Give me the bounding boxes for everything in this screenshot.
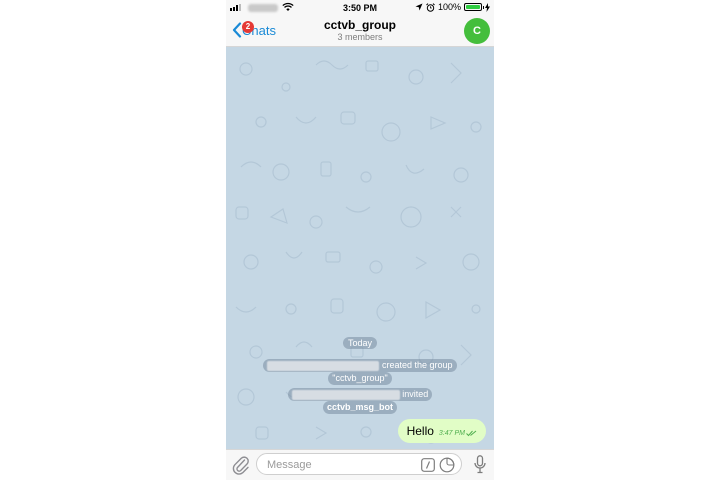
battery-fill	[466, 5, 480, 9]
microphone-icon[interactable]	[474, 455, 486, 474]
battery-icon	[464, 3, 484, 11]
service-message-detail-line: cctvb_msg_bot	[226, 401, 494, 414]
redacted-user-name	[291, 389, 400, 400]
status-bar: 3:50 PM 100%	[226, 0, 494, 16]
navigation-bar: Chats 2 cctvb_group 3 members C	[226, 16, 494, 47]
chat-title[interactable]: cctvb_group	[226, 18, 494, 32]
redacted-user-name	[267, 360, 380, 371]
chat-area[interactable]: Today created the group "cctvb_group" in…	[226, 47, 494, 449]
outgoing-message-bubble[interactable]: Hello 3:47 PM	[397, 419, 486, 443]
service-detail: "cctvb_group"	[328, 372, 392, 385]
command-icon[interactable]	[421, 458, 435, 472]
battery-percent: 100%	[437, 2, 461, 12]
message-field[interactable]	[256, 453, 462, 475]
service-detail: cctvb_msg_bot	[322, 401, 398, 414]
attach-icon[interactable]	[232, 455, 250, 475]
message-input[interactable]	[265, 457, 419, 473]
member-count: 3 members	[337, 32, 383, 42]
sticker-icon[interactable]	[439, 457, 455, 473]
message-meta: 3:47 PM	[439, 430, 477, 437]
alarm-icon	[426, 2, 435, 12]
service-message-line: created the group	[263, 359, 457, 372]
phone-screen: 3:50 PM 100% Chats 2 cctvb_group 3 membe…	[226, 0, 494, 480]
message-text: Hello	[406, 424, 434, 438]
date-separator: Today	[343, 337, 378, 349]
service-message-detail-line: "cctvb_group"	[226, 372, 494, 385]
service-action: invited	[402, 389, 429, 399]
service-message-line: invited	[287, 388, 433, 401]
service-message: invited	[226, 388, 494, 401]
charging-icon	[485, 2, 490, 12]
location-icon	[415, 3, 423, 11]
service-message: created the group	[226, 359, 494, 372]
message-input-bar	[226, 449, 494, 480]
status-right: 100%	[415, 2, 490, 12]
group-avatar[interactable]: C	[464, 18, 490, 44]
double-check-icon	[466, 430, 477, 436]
message-time: 3:47 PM	[438, 429, 465, 437]
service-action: created the group	[381, 360, 453, 370]
